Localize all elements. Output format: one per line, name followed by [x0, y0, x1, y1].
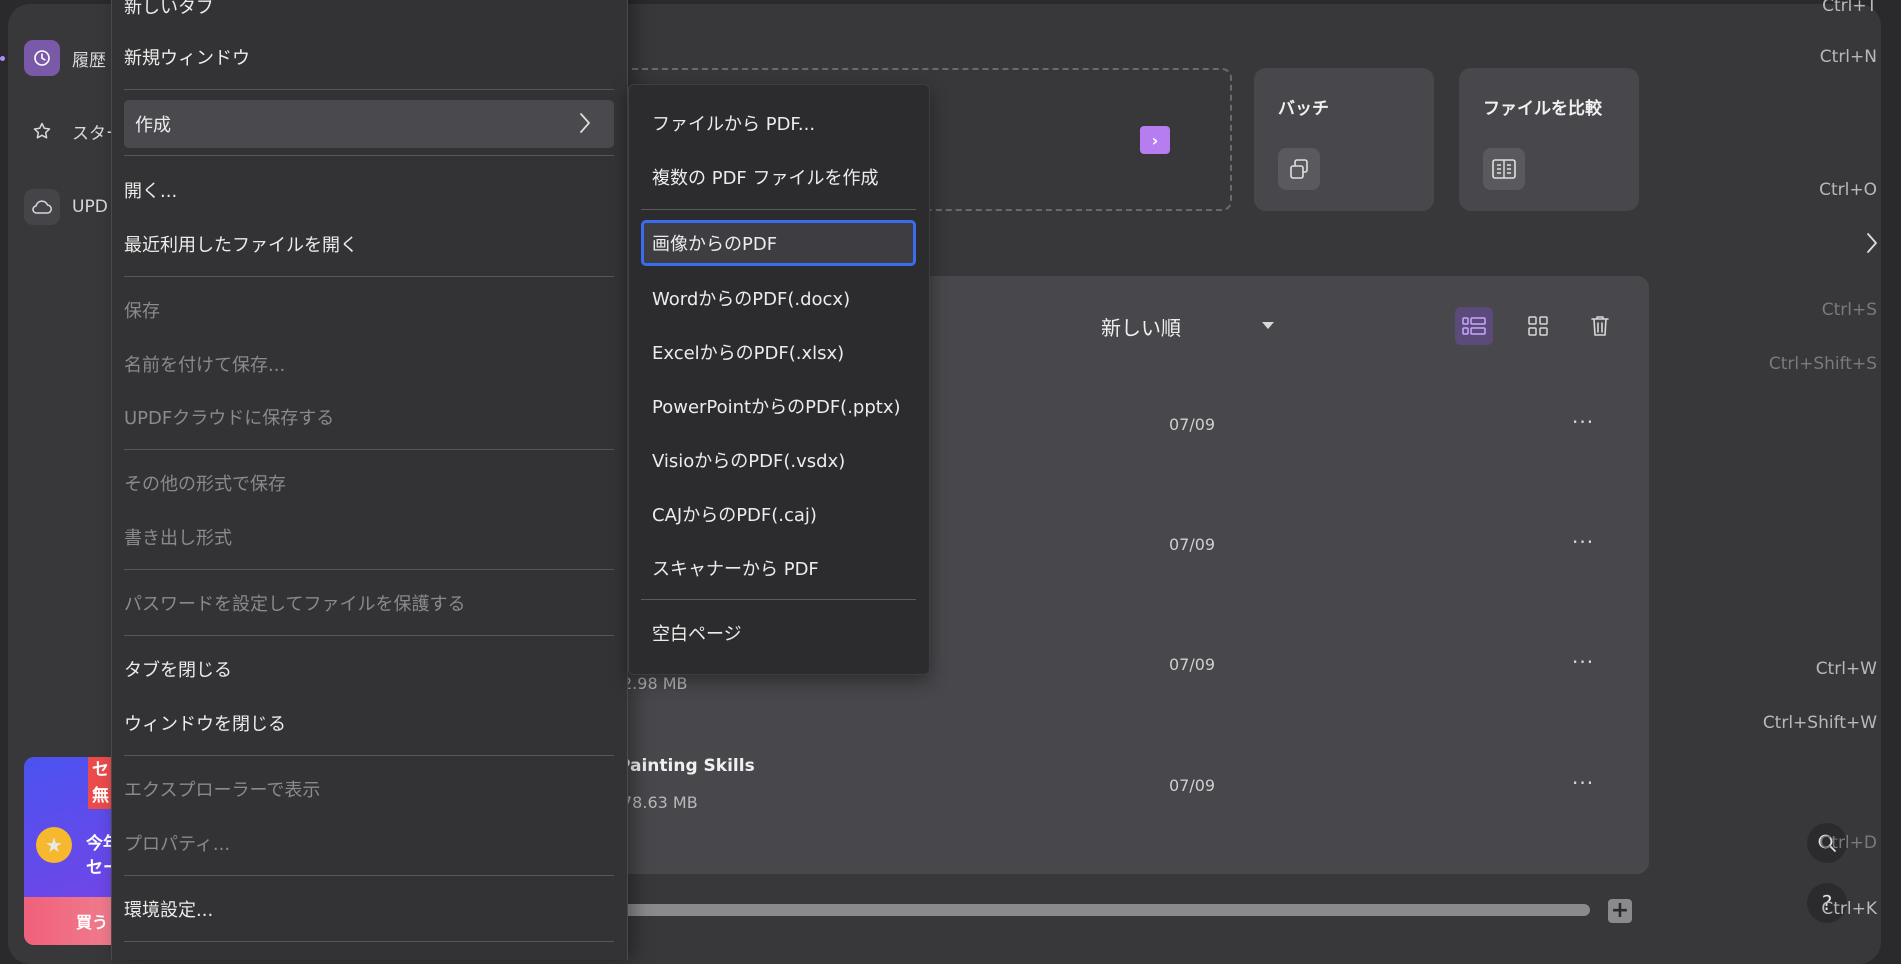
sidebar-item-label: 履歴: [72, 50, 106, 71]
menu-item-save[interactable]: 保存 Ctrl+S: [124, 286, 1901, 334]
star-struck-emoji-icon: ★: [36, 827, 72, 863]
buy-button[interactable]: 買う: [24, 897, 124, 945]
sidebar-item-cloud[interactable]: UPD: [24, 189, 108, 225]
submenu-item-pdf-from-file[interactable]: ファイルから PDF...: [652, 99, 815, 147]
menu-item-close-tab[interactable]: タブを閉じる Ctrl+W: [124, 645, 1901, 693]
batch-title: バッチ: [1278, 99, 1329, 119]
menu-separator: [124, 569, 614, 570]
submenu-item-pdf-from-caj[interactable]: CAJからのPDF(.caj): [652, 490, 817, 538]
clock-icon: [24, 40, 60, 76]
submenu-item-pdf-from-scanner[interactable]: スキャナーから PDF: [652, 544, 819, 592]
menu-separator: [124, 941, 614, 942]
submenu-item-batch-create-pdf[interactable]: 複数の PDF ファイルを作成: [652, 153, 879, 201]
menu-item-export[interactable]: 書き出し形式: [124, 513, 1901, 561]
cloud-icon: [24, 189, 60, 225]
promo-card[interactable]: セ 無 ★ 今年 セー 買う: [24, 757, 124, 945]
submenu-separator: [641, 209, 916, 210]
menu-separator: [124, 449, 614, 450]
menu-separator: [124, 155, 614, 156]
submenu-item-pdf-from-word[interactable]: WordからのPDF(.docx): [652, 274, 850, 322]
star-icon: [24, 113, 60, 149]
submenu-item-blank-page[interactable]: 空白ページ: [652, 609, 742, 657]
chevron-right-icon[interactable]: ›: [1140, 126, 1170, 154]
sidebar-item-label: UPD: [72, 197, 108, 217]
menu-item-properties[interactable]: プロパティ... Ctrl+D: [124, 819, 1901, 867]
submenu-item-pdf-from-powerpoint[interactable]: PowerPointからのPDF(.pptx): [652, 382, 901, 430]
menu-item-close-window[interactable]: ウィンドウを閉じる Ctrl+Shift+W: [124, 699, 1901, 747]
menu-item-preferences[interactable]: 環境設定... Ctrl+K: [124, 885, 1901, 933]
submenu-separator: [641, 599, 916, 600]
menu-item-open[interactable]: 開く... Ctrl+O: [124, 166, 1901, 214]
menu-item-save-other-format[interactable]: その他の形式で保存: [124, 459, 1901, 507]
menu-item-save-as[interactable]: 名前を付けて保存... Ctrl+Shift+S: [124, 340, 1901, 388]
submenu-item-pdf-from-excel[interactable]: ExcelからのPDF(.xlsx): [652, 328, 844, 376]
chevron-right-icon: [1867, 233, 1877, 253]
chevron-right-icon: [580, 113, 590, 133]
menu-item-open-recent[interactable]: 最近利用したファイルを開く: [124, 220, 1901, 268]
compare-title: ファイルを比較: [1483, 99, 1602, 119]
menu-item-show-in-explorer[interactable]: エクスプローラーで表示: [124, 765, 1901, 813]
menu-item-save-to-cloud[interactable]: UPDFクラウドに保存する: [124, 393, 1901, 441]
menu-separator: [124, 635, 614, 636]
active-indicator-dot: [0, 56, 5, 61]
menu-separator: [124, 276, 614, 277]
menu-item-new-window[interactable]: 新規ウィンドウ Ctrl+N: [124, 33, 1901, 81]
submenu-item-pdf-from-visio[interactable]: VisioからのPDF(.vsdx): [652, 436, 845, 484]
submenu-item-pdf-from-image[interactable]: 画像からのPDF: [641, 220, 916, 266]
menu-separator: [124, 875, 614, 876]
menu-separator: [124, 89, 614, 90]
menu-item-password-protect[interactable]: パスワードを設定してファイルを保護する: [124, 579, 1901, 627]
menu-item-new-tab[interactable]: 新しいタブ Ctrl+T: [124, 0, 1901, 30]
sidebar-item-starred[interactable]: スター: [24, 113, 123, 149]
sidebar-item-history[interactable]: 履歴: [24, 40, 106, 76]
menu-separator: [124, 755, 614, 756]
menu-item-create[interactable]: 作成: [124, 100, 614, 148]
